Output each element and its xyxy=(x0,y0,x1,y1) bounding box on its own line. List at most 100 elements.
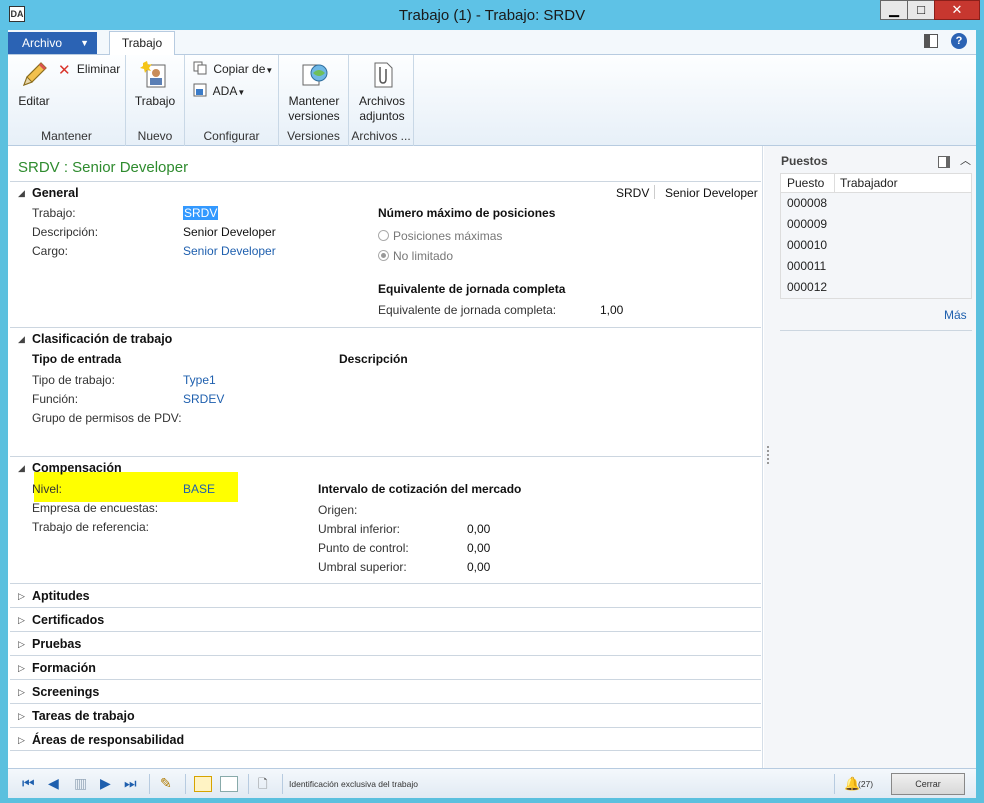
table-row[interactable]: 000012 xyxy=(781,277,971,298)
copiar-de-button[interactable]: Copiar de▼ xyxy=(193,61,273,76)
column-header-puesto[interactable]: Puesto xyxy=(787,176,824,190)
ada-button[interactable]: ADA▼ xyxy=(193,83,245,98)
cerrar-button[interactable]: Cerrar xyxy=(891,773,965,795)
help-icon[interactable]: ? xyxy=(951,33,967,49)
collapse-arrow-icon[interactable]: ◢ xyxy=(18,188,25,199)
details-view-icon[interactable] xyxy=(194,776,212,792)
minimize-button[interactable]: ▁ xyxy=(880,0,908,20)
nivel-label: Nivel: xyxy=(32,482,63,496)
group-label-configurar: Configurar xyxy=(203,129,260,143)
delete-x-icon: ✕ xyxy=(58,62,71,79)
tipo-trabajo-link[interactable]: Type1 xyxy=(183,373,216,387)
close-window-button[interactable]: ✕ xyxy=(934,0,980,20)
mantener-versiones-label1: Mantener xyxy=(288,94,340,108)
trabajo-field[interactable]: SRDV xyxy=(183,206,219,220)
table-row[interactable]: 000010 xyxy=(781,235,971,256)
descripcion-field[interactable]: Senior Developer xyxy=(183,225,276,239)
cargo-link[interactable]: Senior Developer xyxy=(183,244,276,258)
group-label-archivos: Archivos ... xyxy=(351,129,411,143)
eliminar-button[interactable]: ✕ Eliminar xyxy=(58,61,121,79)
section-aptitudes[interactable]: ▷ Aptitudes xyxy=(10,583,761,607)
punto-control-field[interactable]: 0,00 xyxy=(467,541,490,555)
group-label-versiones: Versiones xyxy=(287,129,340,143)
section-tareas[interactable]: ▷ Tareas de trabajo xyxy=(10,703,761,727)
section-general-header[interactable]: General xyxy=(32,186,79,200)
tipo-entrada-header: Tipo de entrada xyxy=(32,352,122,366)
funcion-link[interactable]: SRDEV xyxy=(183,392,224,406)
editar-button[interactable]: Editar xyxy=(14,59,54,109)
collapse-arrow-icon[interactable]: ◢ xyxy=(18,463,25,474)
section-pruebas[interactable]: ▷ Pruebas xyxy=(10,631,761,655)
factbox-layout-icon[interactable] xyxy=(938,156,950,168)
section-formacion[interactable]: ▷ Formación xyxy=(10,655,761,679)
next-record-icon[interactable]: ▶ xyxy=(100,775,111,792)
group-label-mantener: Mantener xyxy=(41,129,92,143)
mantener-versiones-label2: versiones xyxy=(288,109,340,123)
first-record-icon[interactable]: ⏮ xyxy=(22,775,35,792)
umbral-inferior-field[interactable]: 0,00 xyxy=(467,522,490,536)
puestos-grid: Puesto Trabajador 000008 000009 000010 0… xyxy=(780,173,972,299)
previous-record-icon[interactable]: ◀ xyxy=(48,775,59,792)
descripcion-header: Descripción xyxy=(339,352,408,366)
origen-label: Origen: xyxy=(318,503,358,517)
mas-link[interactable]: Más xyxy=(944,308,967,322)
mantener-versiones-button[interactable]: Mantener versiones xyxy=(283,59,345,124)
edit-pencil-icon[interactable]: ✎ xyxy=(160,775,172,792)
ribbon-group-mantener: Editar ✕ Eliminar Mantener xyxy=(8,55,126,146)
attachment-icon xyxy=(374,62,393,88)
section-compensacion-header[interactable]: Compensación xyxy=(32,461,122,475)
column-divider xyxy=(834,174,835,193)
expand-arrow-icon: ▷ xyxy=(18,687,25,697)
section-pruebas-header: Pruebas xyxy=(32,637,82,651)
descripcion-label: Descripción: xyxy=(32,225,99,239)
tipo-trabajo-label: Tipo de trabajo: xyxy=(32,373,115,387)
ada-icon xyxy=(193,83,207,97)
grupo-permisos-label: Grupo de permisos de PDV: xyxy=(32,411,182,425)
chevron-down-icon: ▼ xyxy=(265,66,274,75)
window-title: Trabajo (1) - Trabajo: SRDV xyxy=(398,7,586,24)
expand-arrow-icon: ▷ xyxy=(18,615,25,625)
column-header-trabajador[interactable]: Trabajador xyxy=(840,176,898,190)
table-row[interactable]: 000008 xyxy=(781,193,971,214)
umbral-superior-field[interactable]: 0,00 xyxy=(467,560,490,574)
expand-arrow-icon: ▷ xyxy=(18,591,25,601)
layout-toggle-icon[interactable] xyxy=(924,34,938,48)
fte-field[interactable]: 1,00 xyxy=(600,303,623,317)
nuevo-trabajo-button[interactable]: Trabajo xyxy=(132,59,178,109)
pane-splitter[interactable] xyxy=(764,146,774,768)
grid-view-icon[interactable] xyxy=(220,776,238,792)
radio-no-limitado[interactable]: No limitado xyxy=(378,249,453,263)
fte-label: Equivalente de jornada completa: xyxy=(378,303,557,317)
expand-arrow-icon: ▷ xyxy=(18,663,25,673)
factbox-title: Puestos xyxy=(781,154,828,168)
grid-header: Puesto Trabajador xyxy=(781,174,971,193)
section-screenings[interactable]: ▷ Screenings xyxy=(10,679,761,703)
section-clasificacion-header[interactable]: Clasificación de trabajo xyxy=(32,332,172,346)
intervalo-header: Intervalo de cotización del mercado xyxy=(318,482,522,496)
section-certificados-header: Certificados xyxy=(32,613,105,627)
section-certificados[interactable]: ▷ Certificados xyxy=(10,607,761,631)
eliminar-label: Eliminar xyxy=(76,62,121,76)
last-record-icon[interactable]: ⏭ xyxy=(124,775,137,792)
pencil-icon xyxy=(22,62,47,87)
table-row[interactable]: 000009 xyxy=(781,214,971,235)
funcion-label: Función: xyxy=(32,392,79,406)
radio-posiciones-maximas[interactable]: Posiciones máximas xyxy=(378,229,502,243)
archivos-adjuntos-button[interactable]: Archivos adjuntos xyxy=(351,59,413,124)
maximize-button[interactable]: □ xyxy=(907,0,935,20)
chevron-up-icon[interactable]: ︿ xyxy=(960,152,971,168)
versions-globe-icon xyxy=(302,64,328,86)
section-areas[interactable]: ▷ Áreas de responsabilidad xyxy=(10,727,761,751)
list-icon[interactable]: ▥ xyxy=(74,775,87,792)
divider xyxy=(780,330,972,331)
attachment-icon[interactable]: 🗋 xyxy=(258,775,268,796)
nivel-link[interactable]: BASE xyxy=(183,482,215,496)
chevron-down-icon: ▼ xyxy=(80,38,89,48)
title-bar: DA Trabajo (1) - Trabajo: SRDV ▁ □ ✕ xyxy=(0,0,984,30)
ribbon-group-nuevo: Trabajo Nuevo xyxy=(126,55,185,146)
umbral-inferior-label: Umbral inferior: xyxy=(318,522,401,536)
table-row[interactable]: 000011 xyxy=(781,256,971,277)
tab-trabajo[interactable]: Trabajo xyxy=(109,31,175,56)
tab-archivo[interactable]: Archivo ▼ xyxy=(8,32,97,54)
collapse-arrow-icon[interactable]: ◢ xyxy=(18,334,25,345)
